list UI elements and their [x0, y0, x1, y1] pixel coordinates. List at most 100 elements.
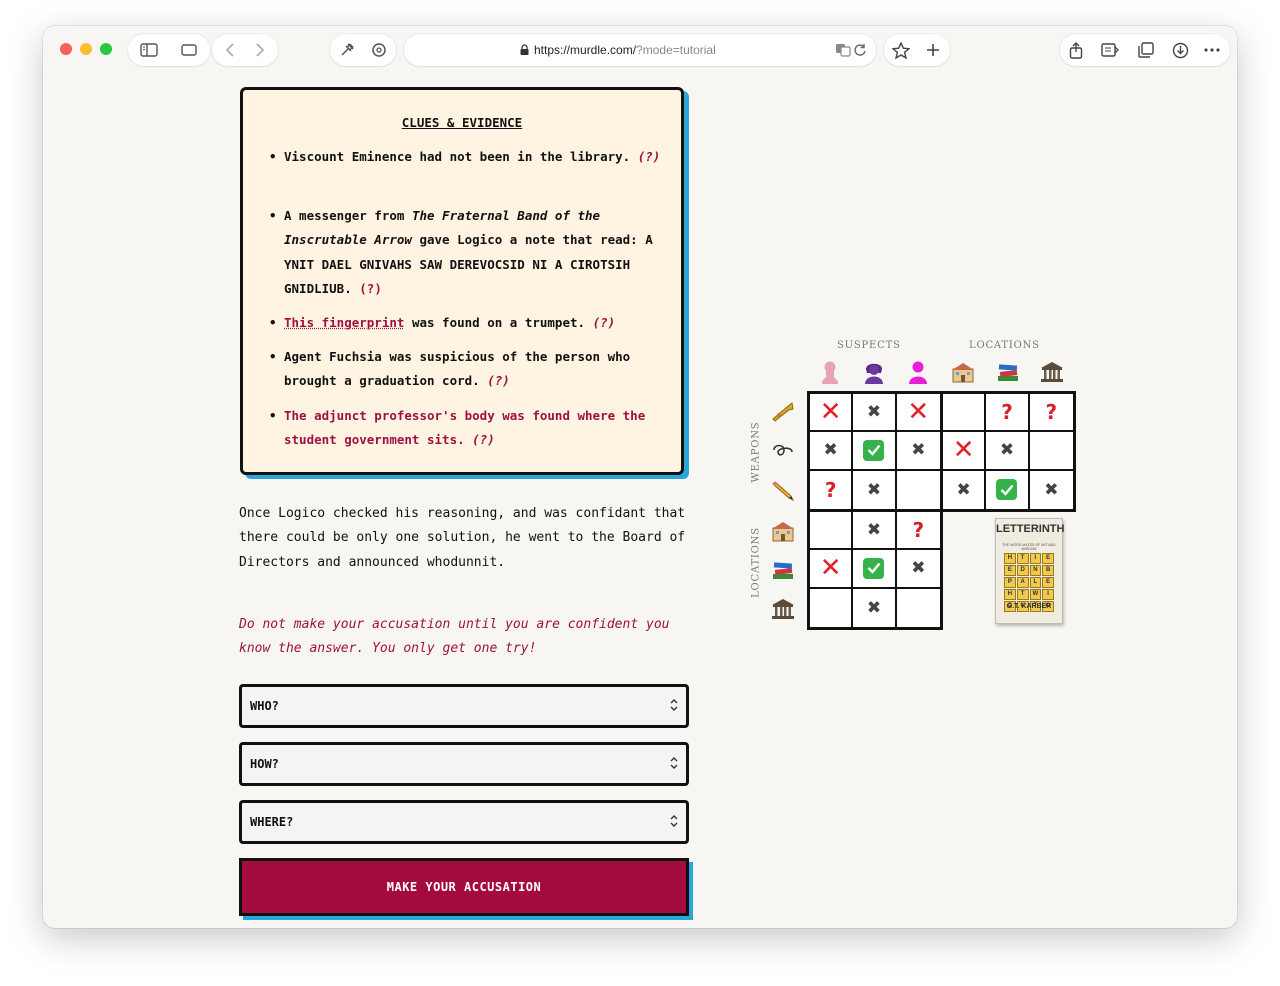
- grid-cell[interactable]: [1029, 432, 1073, 471]
- settings-icon[interactable]: [364, 34, 394, 66]
- how-select-value: HOW?: [250, 757, 279, 771]
- chevron-updown-icon: [670, 815, 678, 827]
- books-icon[interactable]: [994, 358, 1022, 386]
- check-mark-icon: [863, 439, 885, 461]
- bookmark-group: [884, 34, 950, 66]
- tabs-icon[interactable]: [1131, 34, 1161, 66]
- grid-cell[interactable]: ✖: [986, 432, 1030, 471]
- question-mark-icon: ?: [824, 477, 837, 502]
- grid-cell[interactable]: ?: [810, 470, 854, 509]
- browser-toolbar: https://murdle.com/?mode=tutorial: [43, 26, 1237, 74]
- grid-cell[interactable]: ?: [896, 512, 940, 551]
- grid-cell[interactable]: [943, 394, 987, 433]
- school-building-icon[interactable]: [949, 358, 977, 386]
- close-window-button[interactable]: [60, 43, 72, 55]
- grid-cell[interactable]: [810, 512, 854, 551]
- grid-cell[interactable]: [853, 550, 897, 589]
- how-select[interactable]: HOW?: [239, 742, 689, 786]
- grid-cell[interactable]: ✕: [943, 432, 987, 471]
- url-query: ?mode=tutorial: [636, 43, 716, 57]
- grid-cell[interactable]: ✖: [853, 470, 897, 509]
- clue-text: was found on a trumpet.: [404, 315, 586, 330]
- tab-overview-icon[interactable]: [174, 34, 204, 66]
- grid-cell[interactable]: ✕: [810, 550, 854, 589]
- grid-cell[interactable]: ✖: [810, 432, 854, 471]
- reload-icon[interactable]: [845, 34, 875, 66]
- grid-cell[interactable]: ✖: [1030, 471, 1073, 509]
- weapons-suspects-grid: ✕ ✖ ✕ ✖ ✖? ✖: [807, 391, 943, 512]
- clue-hint-link[interactable]: (?): [359, 281, 382, 296]
- x-mark-icon: ✖: [999, 440, 1015, 461]
- suspect-fuchsia-icon[interactable]: [904, 358, 932, 386]
- more-icon[interactable]: [1197, 34, 1227, 66]
- grid-cell[interactable]: ✖: [896, 432, 940, 471]
- reader-icon[interactable]: [1095, 34, 1125, 66]
- download-icon[interactable]: [1165, 34, 1195, 66]
- grid-cell[interactable]: ✖: [853, 512, 897, 551]
- ad-letter-tile: E: [1042, 577, 1054, 588]
- ad-title: LETTERINTH: [996, 523, 1065, 535]
- who-select[interactable]: WHO?: [239, 684, 689, 728]
- ad-letter-tile: T: [1016, 589, 1029, 600]
- locations-side-label: LOCATIONS: [750, 527, 762, 598]
- locations-header: LOCATIONS: [969, 340, 1040, 351]
- clue-text: Viscount Eminence had not been in the li…: [284, 149, 631, 164]
- grid-cell[interactable]: ✖: [943, 470, 987, 509]
- forward-icon[interactable]: [245, 34, 275, 66]
- minimize-window-button[interactable]: [80, 43, 92, 55]
- ad-subtitle: THE WORD MAZES OF WIT AND WISDOM: [1002, 543, 1056, 551]
- grid-cell[interactable]: [853, 432, 897, 471]
- letterinth-book-ad[interactable]: LETTERINTH THE WORD MAZES OF WIT AND WIS…: [995, 518, 1065, 624]
- where-select[interactable]: WHERE?: [239, 800, 689, 844]
- bookmark-star-icon[interactable]: [886, 34, 916, 66]
- new-tab-icon[interactable]: [918, 34, 948, 66]
- ad-letter-tile: I: [1029, 553, 1042, 564]
- grid-cell[interactable]: ✖: [853, 588, 897, 627]
- grid-cell[interactable]: [986, 470, 1030, 509]
- classical-building-icon[interactable]: [769, 595, 797, 623]
- weapons-side-label: WEAPONS: [750, 421, 762, 483]
- x-mark-icon: ✖: [866, 479, 882, 500]
- fingerprint-link[interactable]: This fingerprint: [284, 315, 404, 330]
- make-accusation-button[interactable]: MAKE YOUR ACCUSATION: [239, 858, 689, 916]
- grid-cell[interactable]: ✕: [810, 394, 854, 433]
- grid-cell[interactable]: [810, 588, 854, 627]
- grid-cell[interactable]: ✖: [853, 394, 897, 433]
- address-bar[interactable]: https://murdle.com/?mode=tutorial: [404, 34, 876, 66]
- clue-hint-link[interactable]: (?): [472, 432, 495, 447]
- classical-building-icon[interactable]: [1038, 358, 1066, 386]
- pencil-icon[interactable]: [769, 476, 797, 504]
- grid-cell[interactable]: ✕: [896, 394, 940, 433]
- clue-4: • Agent Fuchsia was suspicious of the pe…: [269, 349, 631, 389]
- suspect-purple-icon[interactable]: [860, 358, 888, 386]
- suspect-pink-icon[interactable]: [816, 358, 844, 386]
- extensions-icon[interactable]: [332, 34, 362, 66]
- sidebar-tab-group: [128, 34, 210, 66]
- trumpet-icon[interactable]: [769, 398, 797, 426]
- sidebar-icon[interactable]: [134, 34, 164, 66]
- red-x-icon: ✕: [819, 397, 842, 428]
- action-group: [1060, 34, 1230, 66]
- school-building-icon[interactable]: [769, 517, 797, 545]
- clues-title: CLUES & EVIDENCE: [401, 115, 523, 130]
- red-x-icon: ✕: [819, 553, 842, 584]
- share-icon[interactable]: [1061, 34, 1091, 66]
- x-mark-icon: ✖: [911, 558, 926, 579]
- clue-hint-link[interactable]: (?): [638, 149, 661, 164]
- books-icon[interactable]: [769, 556, 797, 584]
- red-x-icon: ✕: [907, 397, 930, 428]
- grid-cell[interactable]: ?: [986, 394, 1030, 433]
- clue-text: The adjunct professor's body was found w…: [284, 408, 646, 448]
- grid-cell[interactable]: [897, 589, 940, 627]
- clue-hint-link[interactable]: (?): [593, 315, 616, 330]
- back-icon[interactable]: [215, 34, 245, 66]
- zoom-window-button[interactable]: [100, 43, 112, 55]
- clue-hint-link[interactable]: (?): [487, 373, 510, 388]
- ad-letter-tile: E: [1042, 553, 1054, 564]
- grid-cell[interactable]: [897, 471, 940, 509]
- story-paragraph: Once Logico checked his reasoning, and w…: [239, 506, 686, 570]
- grid-cell[interactable]: ✖: [896, 550, 940, 589]
- x-mark-icon: ✖: [823, 440, 838, 461]
- graduation-cord-icon[interactable]: [769, 437, 797, 465]
- grid-cell[interactable]: ?: [1029, 394, 1073, 433]
